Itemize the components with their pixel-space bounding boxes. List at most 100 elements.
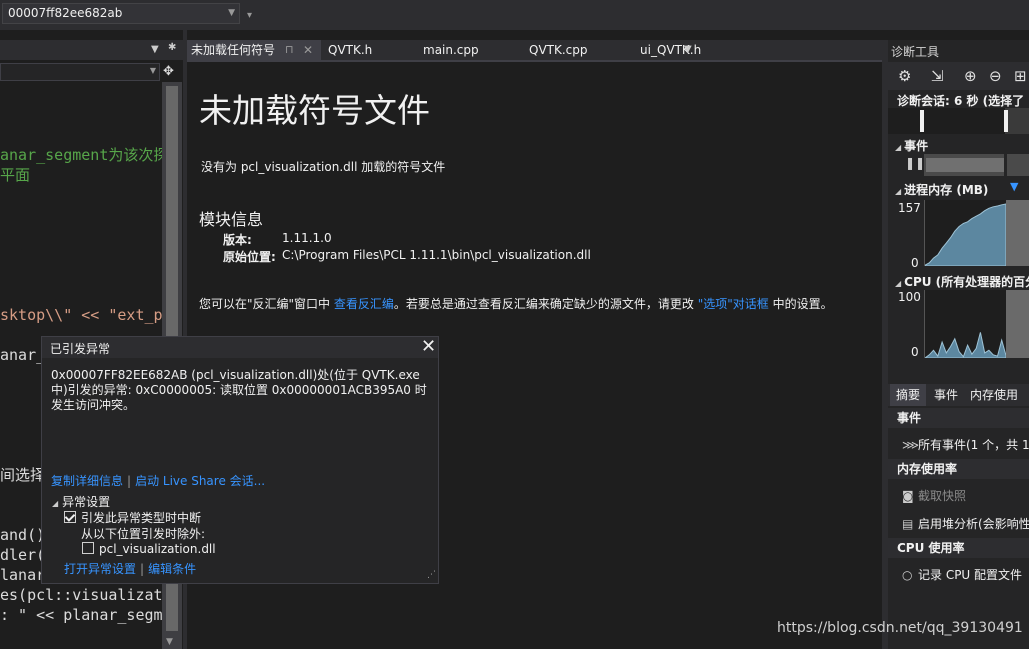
take-snapshot-button[interactable]: ◙ 截取快照 (902, 487, 966, 504)
tab-qvtk-cpp[interactable]: QVTK.cpp (529, 40, 588, 60)
heap-profiling-button[interactable]: ▤ 启用堆分析(会影响性 (902, 515, 1029, 532)
cpu-area (925, 332, 1007, 358)
code-line: anar_segment为该次探 (0, 146, 162, 164)
chevron-down-icon[interactable]: ▼ (151, 44, 159, 55)
thread-combo[interactable]: 00007ff82ee682ab ▼ (2, 3, 240, 24)
record-cpu-label: 记录 CPU 配置文件 (918, 568, 1023, 582)
session-timeline[interactable] (888, 108, 1029, 134)
left-pane-header: ▼ ✱ (0, 40, 183, 60)
live-share-link[interactable]: 启动 Live Share 会话... (135, 474, 265, 488)
cpu-section-header: CPU 使用率 (888, 538, 1029, 558)
code-line: and() (0, 526, 46, 544)
link-separator: | (140, 562, 145, 576)
scroll-down-icon[interactable]: ▼ (166, 637, 173, 647)
except-from-label: 从以下位置引发时除外: (81, 527, 206, 541)
collapse-icon: ◢ (895, 143, 902, 152)
code-line: 平面 (0, 166, 31, 184)
disassembly-hint: 您可以在"反汇编"窗口中 查看反汇编。若要总是通过查看反汇编来确定缺少的源文件，… (199, 295, 833, 312)
version-label: 版本: (223, 233, 252, 247)
exception-message: 0x00007FF82EE682AB (pcl_visualization.dl… (51, 368, 427, 412)
tab-qvtk-h[interactable]: QVTK.h (328, 40, 372, 60)
exception-actions: 复制详细信息 | 启动 Live Share 会话... (51, 472, 265, 489)
cpu-track-header[interactable]: ◢ CPU (所有处理器的百分 (895, 273, 1029, 290)
chevron-down-icon: ▼ (228, 8, 235, 18)
record-icon: ○ (902, 568, 913, 582)
exception-settings-label: 异常设置 (62, 495, 111, 509)
close-icon[interactable]: ✕ (303, 40, 313, 60)
events-track (924, 154, 1029, 176)
document-tab-strip: 未加载任何符号 ⊓ ✕ QVTK.h main.cpp QVTK.cpp ui_… (187, 40, 882, 60)
view-disassembly-link[interactable]: 查看反汇编 (334, 297, 394, 311)
except-module-checkbox[interactable]: pcl_visualization.dll (82, 542, 216, 556)
memory-section-header: 内存使用率 (888, 459, 1029, 479)
memory-track-header[interactable]: ◢ 进程内存 (MB) (895, 181, 988, 198)
cpu-chart[interactable] (924, 290, 1029, 358)
tab-memory-usage[interactable]: 内存使用率 (970, 384, 1029, 424)
diagnostic-toolbar: ⚙ ⇲ ⊕ ⊖ ⊞ (888, 62, 1029, 90)
cpu-axis-max: 100 (898, 290, 921, 304)
pin-icon[interactable]: ⊓ (285, 40, 294, 60)
gear-icon[interactable]: ⚙ (898, 67, 911, 85)
tab-ui-qvtk-h[interactable]: ui_QVTK.h (640, 40, 701, 60)
record-cpu-button[interactable]: ○ 记录 CPU 配置文件 (902, 566, 1022, 583)
exception-settings-header[interactable]: ◢ 异常设置 (52, 493, 110, 510)
link-separator: | (127, 474, 132, 488)
tab-menu-chevron-icon[interactable]: ▼ (684, 44, 692, 55)
heap-icon: ▤ (902, 517, 914, 531)
checkbox-checked[interactable] (64, 511, 76, 523)
events-bar-gap (1004, 154, 1007, 176)
events-section-header: 事件 (888, 408, 1029, 428)
zoom-in-icon[interactable]: ⊕ (964, 67, 977, 85)
tab-main-cpp[interactable]: main.cpp (423, 40, 479, 60)
version-value: 1.11.1.0 (282, 231, 332, 245)
cpu-track-label: CPU (所有处理器的百分 (904, 275, 1029, 289)
edit-conditions-link[interactable]: 编辑条件 (148, 562, 196, 576)
path-label: 原始位置: (223, 250, 276, 264)
exception-title: 已引发异常 (50, 342, 111, 356)
except-module-label: pcl_visualization.dll (99, 542, 216, 556)
copy-details-link[interactable]: 复制详细信息 (51, 474, 123, 488)
module-info-heading: 模块信息 (199, 210, 264, 229)
code-line: dler( (0, 546, 46, 564)
diagnostic-tabs: 摘要 事件 内存使用率 (888, 384, 1029, 424)
export-icon[interactable]: ⇲ (931, 67, 944, 85)
memory-chart[interactable] (924, 200, 1029, 266)
break-when-thrown-label: 引发此异常类型时中断 (81, 511, 202, 525)
symbols-description: 没有为 pcl_visualization.dll 加载的符号文件 (201, 160, 446, 174)
tab-label: 未加载任何符号 (191, 43, 276, 57)
take-snapshot-label: 截取快照 (918, 489, 967, 503)
options-dialog-link[interactable]: "选项"对话框 (698, 297, 769, 311)
tab-events[interactable]: 事件 (934, 384, 958, 406)
chart-unselected-region (1006, 200, 1029, 266)
events-track-label: 事件 (904, 139, 929, 153)
camera-icon: ◙ (902, 489, 914, 503)
memory-axis-min: 0 (911, 256, 919, 270)
reset-zoom-icon[interactable]: ⊞ (1014, 67, 1027, 85)
path-value: C:\Program Files\PCL 1.11.1\bin\pcl_visu… (282, 248, 591, 262)
split-icon[interactable]: ✥ (163, 64, 174, 79)
resize-grip-icon[interactable]: ⋰ (427, 570, 436, 580)
collapse-icon: ◢ (895, 187, 902, 196)
zoom-out-icon[interactable]: ⊖ (989, 67, 1002, 85)
pause-icon: ❚❚ (905, 156, 926, 170)
events-bar-fill (926, 158, 1004, 172)
chevron-down-icon: ▼ (149, 66, 156, 75)
close-icon[interactable]: ✕ (421, 336, 436, 357)
memory-area (925, 203, 1007, 266)
hint-suffix: 中的设置。 (772, 297, 833, 311)
open-exception-settings-link[interactable]: 打开异常设置 (64, 562, 136, 576)
tab-no-symbols[interactable]: 未加载任何符号 ⊓ ✕ (187, 40, 321, 60)
tab-summary[interactable]: 摘要 (890, 384, 927, 406)
checkbox-unchecked[interactable] (82, 542, 94, 554)
gear-icon[interactable]: ✱ (168, 42, 176, 53)
member-dropdown[interactable]: ▼ (0, 63, 160, 81)
all-events-item[interactable]: ⋙所有事件(1 个，共 1 (902, 436, 1029, 453)
code-line: 间选择 (0, 466, 46, 484)
toolbar-overflow-icon[interactable]: ▾ (247, 10, 252, 21)
timeline-marker (920, 110, 924, 132)
break-when-thrown-checkbox[interactable]: 引发此异常类型时中断 (64, 509, 201, 526)
filter-icon[interactable]: ▼ (1010, 180, 1018, 193)
events-track-header[interactable]: ◢ 事件 (895, 137, 928, 154)
all-events-label: 所有事件(1 个，共 1 (918, 438, 1029, 452)
memory-axis-max: 157 (898, 201, 921, 215)
